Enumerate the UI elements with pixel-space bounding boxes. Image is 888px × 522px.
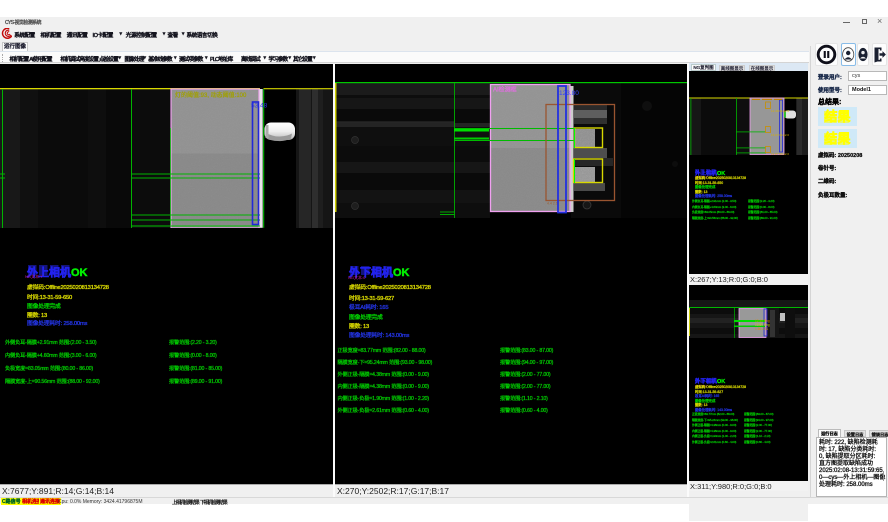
svg-text:灯的阈值:93, 动态阈值:100: 灯的阈值:93, 动态阈值:100 [175,91,247,99]
svg-text:12.40 Rng2.0: 12.40 Rng2.0 [771,109,789,113]
svg-text:4.4 2.6: 4.4 2.6 [547,201,558,205]
svg-text:123.80: 123.80 [559,90,579,97]
svg-text:53.48: 53.48 [251,102,268,109]
svg-text:1.90 2.61: 1.90 2.61 [755,327,769,331]
svg-text:13.07 Rng2.0: 13.07 Rng2.0 [771,133,789,137]
svg-text:12.87 Rng2.0: 12.87 Rng2.0 [771,152,789,155]
svg-text:AI检测框: AI检测框 [493,85,517,93]
